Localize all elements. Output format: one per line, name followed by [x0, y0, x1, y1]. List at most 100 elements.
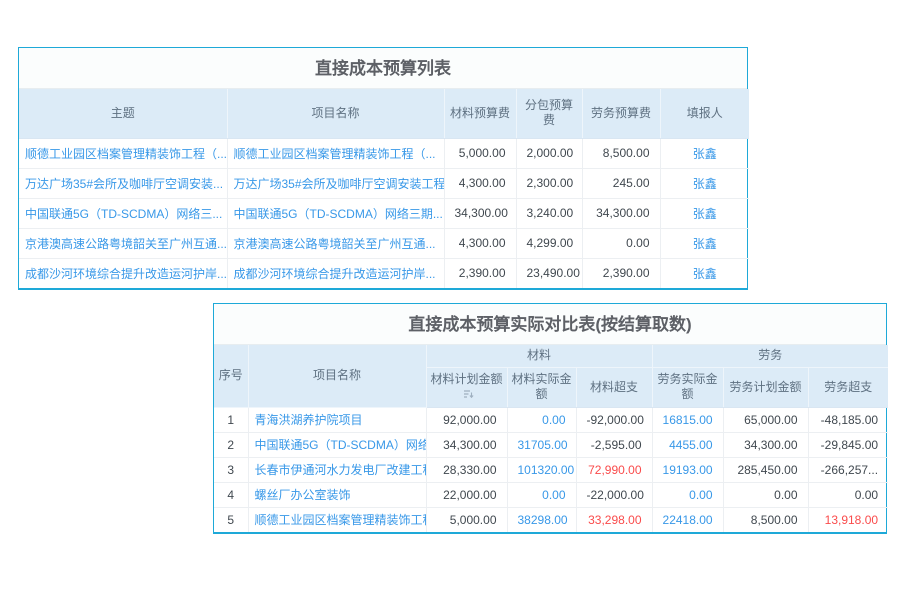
- project-link[interactable]: 京港澳高速公路粤境韶关至广州互通...: [227, 228, 444, 258]
- col-header-project-name: 项目名称: [248, 345, 426, 407]
- col-header-material-overrun: 材料超支: [576, 367, 652, 407]
- budget-list-title: 直接成本预算列表: [19, 48, 747, 89]
- budget-row: 京港澳高速公路粤境韶关至广州互通...京港澳高速公路粤境韶关至广州互通...4,…: [19, 228, 749, 258]
- reporter-link[interactable]: 张鑫: [660, 258, 749, 288]
- project-link[interactable]: 中国联通5G（TD-SCDMA）网络三: [248, 432, 426, 457]
- labor-overrun-value: 0.00: [808, 482, 888, 507]
- budget-list-panel: 直接成本预算列表 主题 项目名称 材料预算费 分包预算费 劳务预算费 填报人 顺…: [18, 47, 748, 290]
- comparison-row: 3长春市伊通河水力发电厂改建工程28,330.00101320.0072,990…: [214, 457, 888, 482]
- comparison-group-header-row: 序号 项目名称 材料 劳务: [214, 345, 888, 367]
- col-header-reporter: 填报人: [660, 89, 749, 138]
- labor-actual-link[interactable]: 19193.00: [652, 457, 723, 482]
- project-link[interactable]: 成都沙河环境综合提升改造运河护岸...: [227, 258, 444, 288]
- comparison-row: 2中国联通5G（TD-SCDMA）网络三34,300.0031705.00-2,…: [214, 432, 888, 457]
- comparison-panel: 直接成本预算实际对比表(按结算取数) 序号 项目名称 材料 劳务 材料计划金额 …: [213, 303, 887, 534]
- budget-list-table: 主题 项目名称 材料预算费 分包预算费 劳务预算费 填报人 顺德工业园区档案管理…: [19, 89, 749, 288]
- subcontract-budget-value: 23,490.00: [516, 258, 582, 288]
- labor-actual-link[interactable]: 4455.00: [652, 432, 723, 457]
- material-overrun-value: -22,000.00: [576, 482, 652, 507]
- project-link[interactable]: 顺德工业园区档案管理精装饰工程: [248, 507, 426, 532]
- col-header-material-actual: 材料实际金额: [507, 367, 576, 407]
- project-link[interactable]: 长春市伊通河水力发电厂改建工程: [248, 457, 426, 482]
- sort-icon[interactable]: [463, 388, 474, 403]
- labor-budget-value: 0.00: [582, 228, 660, 258]
- material-plan-value: 92,000.00: [426, 407, 507, 432]
- col-header-labor-actual: 劳务实际金额: [652, 367, 723, 407]
- col-header-subject: 主题: [19, 89, 227, 138]
- labor-budget-value: 34,300.00: [582, 198, 660, 228]
- labor-overrun-value: -48,185.00: [808, 407, 888, 432]
- comparison-title: 直接成本预算实际对比表(按结算取数): [214, 304, 886, 345]
- seq-value: 2: [214, 432, 248, 457]
- labor-actual-link[interactable]: 16815.00: [652, 407, 723, 432]
- material-overrun-value: 33,298.00: [576, 507, 652, 532]
- reporter-link[interactable]: 张鑫: [660, 168, 749, 198]
- project-link[interactable]: 螺丝厂办公室装饰: [248, 482, 426, 507]
- col-header-subcontract-budget: 分包预算费: [516, 89, 582, 138]
- labor-budget-value: 245.00: [582, 168, 660, 198]
- col-header-material-budget: 材料预算费: [444, 89, 516, 138]
- labor-budget-value: 2,390.00: [582, 258, 660, 288]
- material-overrun-value: -92,000.00: [576, 407, 652, 432]
- labor-budget-value: 8,500.00: [582, 138, 660, 168]
- material-actual-link[interactable]: 0.00: [507, 482, 576, 507]
- subject-link[interactable]: 京港澳高速公路粤境韶关至广州互通...: [19, 228, 227, 258]
- budget-row: 成都沙河环境综合提升改造运河护岸...成都沙河环境综合提升改造运河护岸...2,…: [19, 258, 749, 288]
- seq-value: 1: [214, 407, 248, 432]
- budget-row: 万达广场35#会所及咖啡厅空调安装...万达广场35#会所及咖啡厅空调安装工程4…: [19, 168, 749, 198]
- reporter-link[interactable]: 张鑫: [660, 228, 749, 258]
- subject-link[interactable]: 中国联通5G（TD-SCDMA）网络三...: [19, 198, 227, 228]
- labor-plan-value: 65,000.00: [723, 407, 808, 432]
- material-plan-value: 5,000.00: [426, 507, 507, 532]
- subject-link[interactable]: 顺德工业园区档案管理精装饰工程（...: [19, 138, 227, 168]
- col-header-labor-budget: 劳务预算费: [582, 89, 660, 138]
- budget-list-header-row: 主题 项目名称 材料预算费 分包预算费 劳务预算费 填报人: [19, 89, 749, 138]
- comparison-row: 1青海洪湖养护院项目92,000.000.00-92,000.0016815.0…: [214, 407, 888, 432]
- col-header-seq: 序号: [214, 345, 248, 407]
- material-plan-value: 22,000.00: [426, 482, 507, 507]
- labor-overrun-value: 13,918.00: [808, 507, 888, 532]
- project-link[interactable]: 青海洪湖养护院项目: [248, 407, 426, 432]
- col-header-material-plan[interactable]: 材料计划金额: [426, 367, 507, 407]
- col-header-labor-plan: 劳务计划金额: [723, 367, 808, 407]
- labor-plan-value: 285,450.00: [723, 457, 808, 482]
- material-actual-link[interactable]: 38298.00: [507, 507, 576, 532]
- reporter-link[interactable]: 张鑫: [660, 198, 749, 228]
- subject-link[interactable]: 成都沙河环境综合提升改造运河护岸...: [19, 258, 227, 288]
- project-link[interactable]: 顺德工业园区档案管理精装饰工程（...: [227, 138, 444, 168]
- col-header-project: 项目名称: [227, 89, 444, 138]
- subject-link[interactable]: 万达广场35#会所及咖啡厅空调安装...: [19, 168, 227, 198]
- budget-row: 顺德工业园区档案管理精装饰工程（...顺德工业园区档案管理精装饰工程（...5,…: [19, 138, 749, 168]
- labor-actual-link[interactable]: 22418.00: [652, 507, 723, 532]
- material-plan-value: 34,300.00: [426, 432, 507, 457]
- subcontract-budget-value: 2,000.00: [516, 138, 582, 168]
- material-budget-value: 2,390.00: [444, 258, 516, 288]
- col-header-material-plan-label: 材料计划金额: [431, 372, 503, 386]
- material-budget-value: 5,000.00: [444, 138, 516, 168]
- seq-value: 5: [214, 507, 248, 532]
- comparison-row: 4螺丝厂办公室装饰22,000.000.00-22,000.000.000.00…: [214, 482, 888, 507]
- material-budget-value: 4,300.00: [444, 228, 516, 258]
- subcontract-budget-value: 3,240.00: [516, 198, 582, 228]
- material-overrun-value: 72,990.00: [576, 457, 652, 482]
- material-budget-value: 34,300.00: [444, 198, 516, 228]
- labor-actual-link[interactable]: 0.00: [652, 482, 723, 507]
- material-actual-link[interactable]: 31705.00: [507, 432, 576, 457]
- comparison-row: 5顺德工业园区档案管理精装饰工程5,000.0038298.0033,298.0…: [214, 507, 888, 532]
- labor-plan-value: 34,300.00: [723, 432, 808, 457]
- budget-row: 中国联通5G（TD-SCDMA）网络三...中国联通5G（TD-SCDMA）网络…: [19, 198, 749, 228]
- labor-overrun-value: -266,257...: [808, 457, 888, 482]
- group-header-labor: 劳务: [652, 345, 888, 367]
- labor-plan-value: 8,500.00: [723, 507, 808, 532]
- project-link[interactable]: 中国联通5G（TD-SCDMA）网络三期...: [227, 198, 444, 228]
- material-plan-value: 28,330.00: [426, 457, 507, 482]
- col-header-labor-overrun: 劳务超支: [808, 367, 888, 407]
- seq-value: 4: [214, 482, 248, 507]
- group-header-material: 材料: [426, 345, 652, 367]
- material-overrun-value: -2,595.00: [576, 432, 652, 457]
- material-actual-link[interactable]: 101320.00: [507, 457, 576, 482]
- reporter-link[interactable]: 张鑫: [660, 138, 749, 168]
- subcontract-budget-value: 4,299.00: [516, 228, 582, 258]
- project-link[interactable]: 万达广场35#会所及咖啡厅空调安装工程: [227, 168, 444, 198]
- material-actual-link[interactable]: 0.00: [507, 407, 576, 432]
